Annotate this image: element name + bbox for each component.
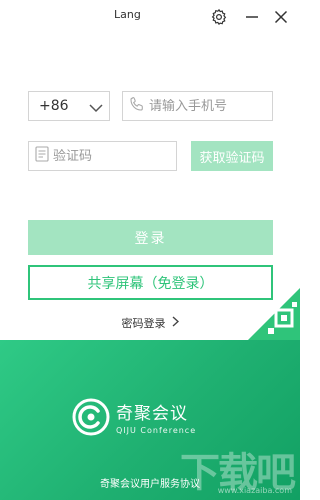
user-agreement-link[interactable]: 奇聚会议用户服务协议 [0, 475, 300, 490]
chevron-down-icon [89, 101, 103, 117]
chevron-right-icon [172, 316, 179, 330]
share-screen-button[interactable]: 共享屏幕（免登录） [28, 265, 273, 300]
phone-icon [129, 96, 145, 116]
get-code-button[interactable]: 获取验证码 [191, 141, 273, 171]
footer-banner: 奇聚会议 QIJU Conference 下载吧 www.xiazaiba.co… [0, 340, 300, 500]
minimize-icon[interactable] [241, 6, 263, 28]
country-code-select[interactable]: +86 [28, 91, 110, 121]
phone-field [122, 91, 273, 121]
brand-subtitle: QIJU Conference [116, 426, 197, 435]
login-button[interactable]: 登录 [28, 220, 273, 255]
gear-icon[interactable] [208, 6, 230, 28]
brand: 奇聚会议 QIJU Conference [72, 398, 196, 436]
code-input[interactable] [53, 148, 163, 164]
brand-name: 奇聚会议 [116, 404, 188, 424]
country-code-value: +86 [39, 98, 69, 114]
code-field [28, 141, 177, 171]
close-icon[interactable] [270, 6, 292, 28]
password-login-label: 密码登录 [121, 317, 166, 330]
title-bar: Lang [0, 0, 300, 34]
qiju-logo-icon [72, 398, 110, 436]
phone-input[interactable] [149, 98, 259, 114]
qr-code-toggle-icon[interactable] [248, 288, 300, 340]
language-selector[interactable]: Lang [114, 8, 141, 21]
document-icon [35, 146, 49, 166]
